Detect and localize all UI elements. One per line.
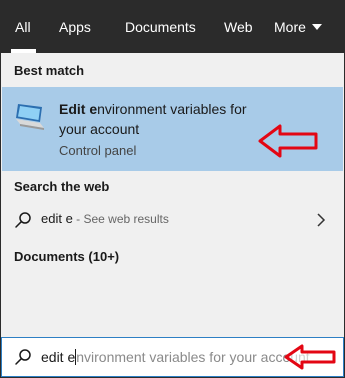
autocomplete-suggestion: nvironment variables for your account [76,349,310,365]
result-subtitle: Control panel [59,143,137,158]
tab-documents[interactable]: Documents [112,1,211,53]
web-query: edit e [41,211,73,226]
tab-apps-label: Apps [59,19,91,35]
search-web-heading: Search the web [14,179,110,194]
tab-more-label: More [274,19,306,35]
tab-apps[interactable]: Apps [46,1,112,53]
result-title-bold: Edit e [59,101,98,117]
web-result-text: edit e - See web results [41,211,169,226]
tab-web[interactable]: Web [211,1,261,53]
search-panel: All Apps Documents Web More Best match E… [0,0,345,378]
search-query: edit environment variables for your acco… [41,349,310,365]
search-icon [15,212,31,228]
tab-more[interactable]: More [261,1,341,53]
documents-heading: Documents (10+) [14,249,120,264]
tab-web-label: Web [224,19,253,35]
chevron-down-icon [311,24,322,30]
best-match-heading: Best match [14,63,85,78]
tab-all-label: All [15,19,31,35]
best-match-result[interactable]: Edit environment variables for your acco… [2,87,343,171]
web-hint: - See web results [72,212,169,226]
web-result-row[interactable]: edit e - See web results [2,203,343,237]
pc-monitor-icon [16,104,44,130]
tab-bar: All Apps Documents Web More [1,1,344,53]
result-title: Edit environment variables for your acco… [59,99,259,139]
tab-all[interactable]: All [1,1,46,53]
search-input[interactable]: edit environment variables for your acco… [1,337,344,377]
tab-documents-label: Documents [125,19,196,35]
typed-text: edit e [41,349,76,365]
annotation-arrow-left [258,124,318,158]
annotation-arrow-left [284,344,336,370]
search-icon [15,349,31,365]
chevron-right-icon[interactable] [316,213,326,227]
